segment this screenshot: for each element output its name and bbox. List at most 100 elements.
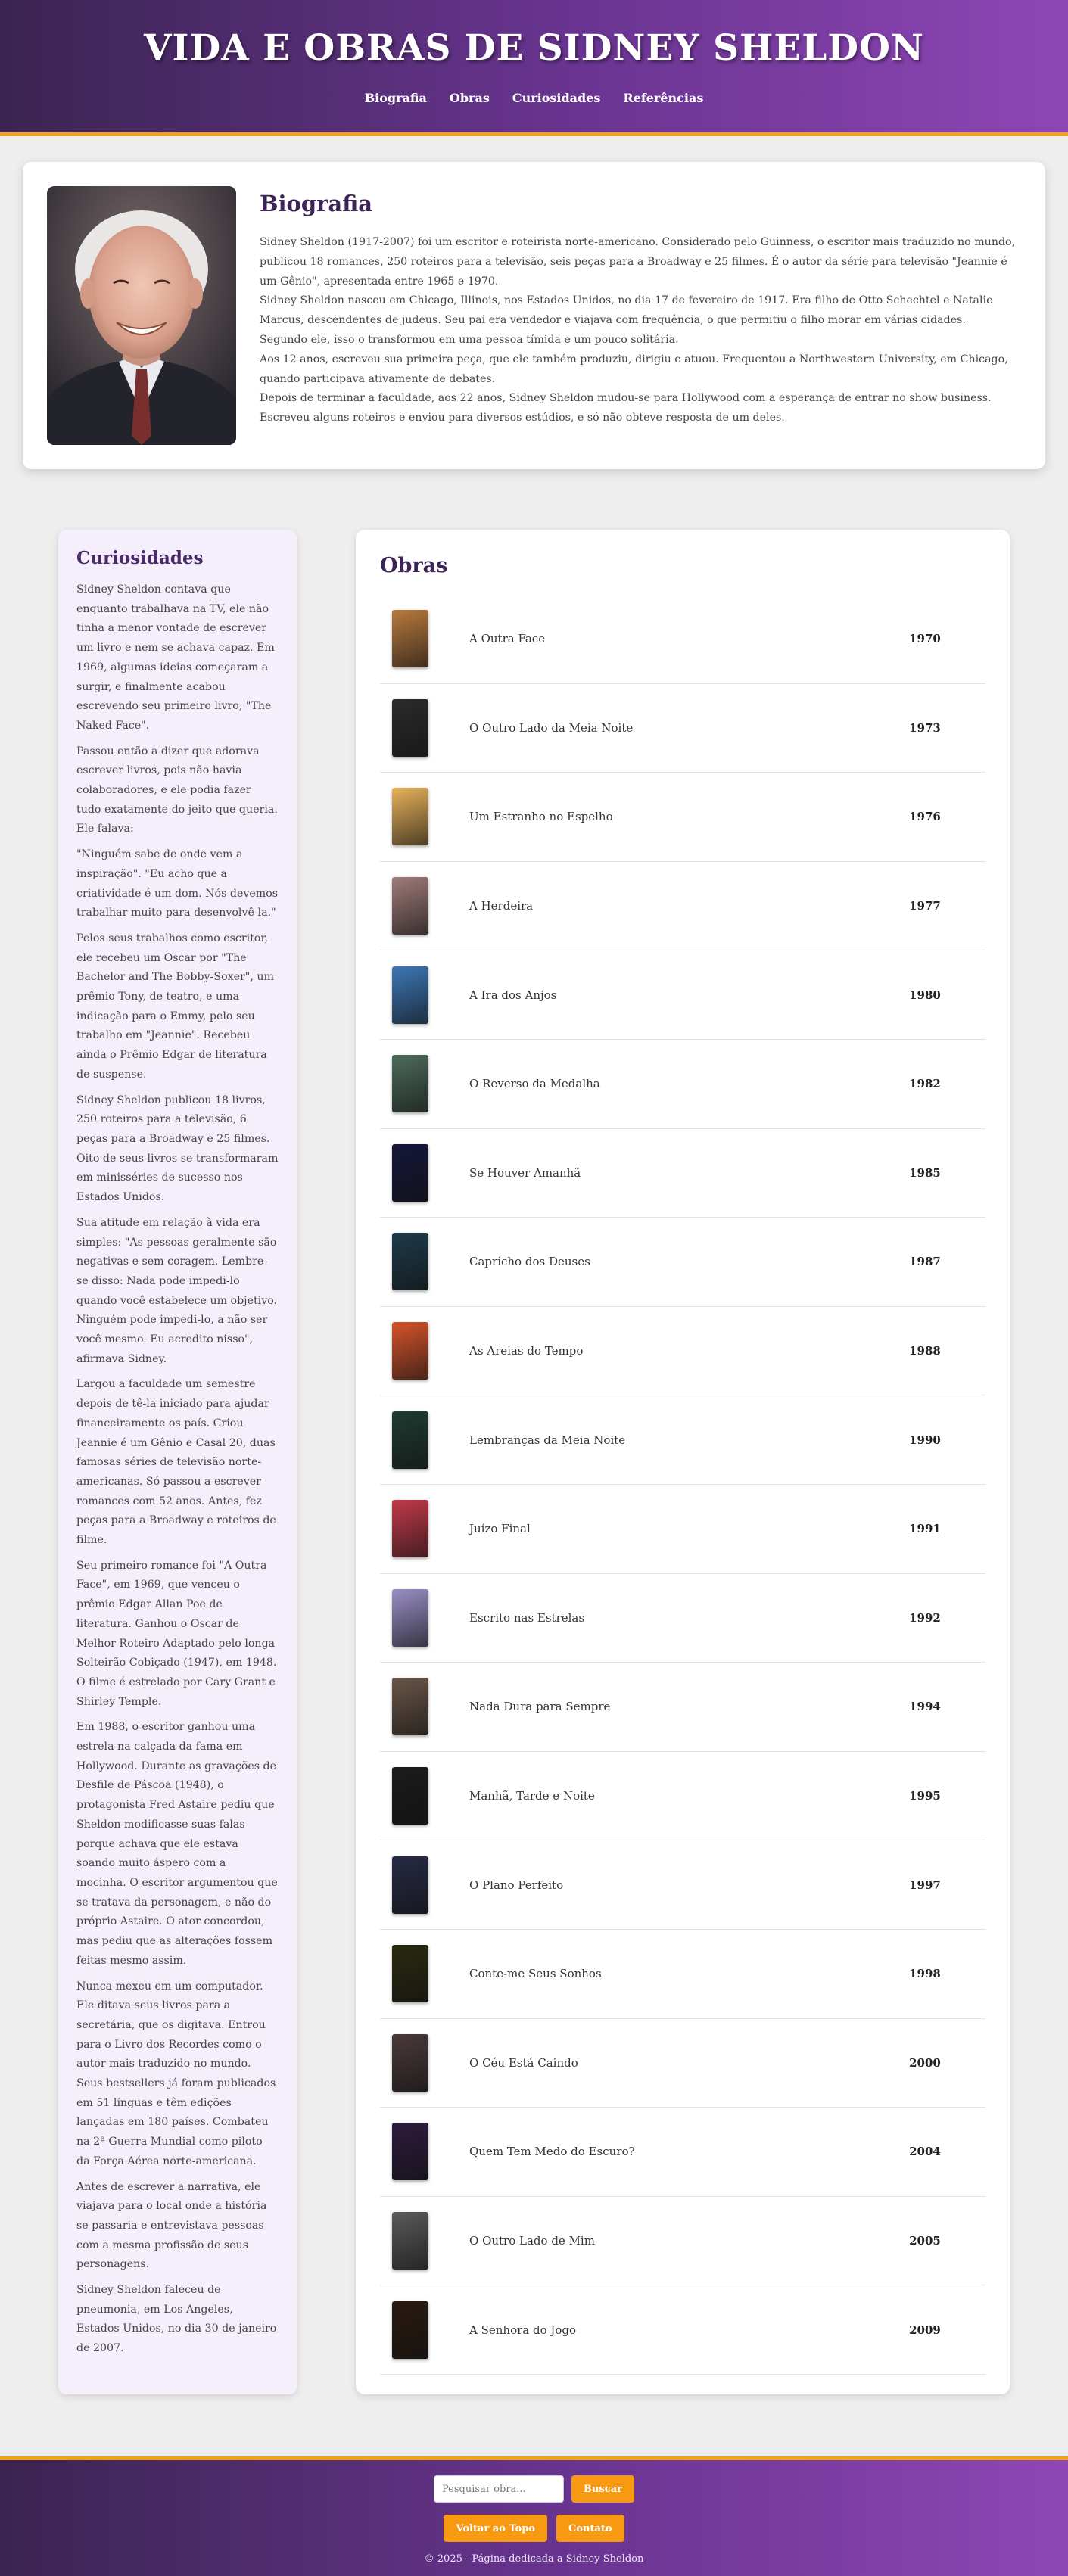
curiosity-paragraph: Antes de escrever a narrativa, ele viaja… bbox=[76, 2180, 267, 2271]
book-cover-image[interactable] bbox=[392, 2211, 428, 2270]
book-cover-image[interactable] bbox=[392, 2301, 428, 2359]
curiosity-paragraph: "Ninguém sabe de onde vem a inspiração".… bbox=[76, 848, 279, 919]
work-year: 1994 bbox=[909, 1700, 941, 1714]
curiosity-paragraph: Nunca mexeu em um computador. Ele ditava… bbox=[76, 1980, 276, 2167]
work-row[interactable]: O Plano Perfeito 1997 bbox=[380, 1840, 985, 1930]
book-cover-image[interactable] bbox=[392, 1678, 428, 1736]
work-year: 1991 bbox=[909, 1522, 941, 1536]
book-cover-image[interactable] bbox=[392, 698, 428, 757]
search-button[interactable]: Buscar bbox=[571, 2475, 634, 2503]
work-year: 2004 bbox=[909, 2145, 941, 2159]
work-row[interactable]: Escrito nas Estrelas 1992 bbox=[380, 1574, 985, 1663]
work-title: Se Houver Amanhã bbox=[469, 1165, 581, 1180]
book-cover-image[interactable] bbox=[392, 1322, 428, 1380]
curiosity-paragraph: Sua atitude em relação à vida era simple… bbox=[76, 1216, 278, 1365]
work-row[interactable]: A Ira dos Anjos 1980 bbox=[380, 950, 985, 1040]
work-row[interactable]: Capricho dos Deuses 1987 bbox=[380, 1218, 985, 1307]
nav-link-referencias[interactable]: Referências bbox=[623, 91, 703, 105]
book-cover-image[interactable] bbox=[392, 610, 428, 668]
curiosity-paragraph: Passou então a dizer que adorava escreve… bbox=[76, 745, 278, 835]
work-row[interactable]: Um Estranho no Espelho 1976 bbox=[380, 773, 985, 862]
work-title: Conte-me Seus Sonhos bbox=[469, 1967, 602, 1981]
book-cover-image[interactable] bbox=[392, 1856, 428, 1914]
work-row[interactable]: Juízo Final 1991 bbox=[380, 1485, 985, 1574]
work-row[interactable]: O Outro Lado de Mim 2005 bbox=[380, 2197, 985, 2286]
work-title: A Herdeira bbox=[469, 899, 534, 913]
work-row[interactable]: Lembranças da Meia Noite 1990 bbox=[380, 1395, 985, 1485]
work-row[interactable]: Nada Dura para Sempre 1994 bbox=[380, 1663, 985, 1752]
work-year: 1970 bbox=[909, 632, 941, 646]
curiosities-sidebar: Curiosidades Sidney Sheldon contava que … bbox=[58, 530, 297, 2394]
book-cover-image[interactable] bbox=[392, 877, 428, 935]
work-title: Manhã, Tarde e Noite bbox=[469, 1789, 595, 1803]
biography-paragraph: Sidney Sheldon (1917-2007) foi um escrit… bbox=[260, 236, 1016, 288]
work-row[interactable]: O Céu Está Caindo 2000 bbox=[380, 2019, 985, 2108]
book-cover-image[interactable] bbox=[392, 1411, 428, 1469]
curiosity-paragraph: Largou a faculdade um semestre depois de… bbox=[76, 1378, 276, 1547]
work-title: As Areias do Tempo bbox=[469, 1344, 584, 1358]
portrait-image bbox=[47, 186, 236, 445]
book-cover-image[interactable] bbox=[392, 1945, 428, 2003]
work-year: 1980 bbox=[909, 988, 941, 1002]
work-row[interactable]: Se Houver Amanhã 1985 bbox=[380, 1129, 985, 1218]
work-year: 2005 bbox=[909, 2233, 941, 2248]
work-title: A Senhora do Jogo bbox=[469, 2322, 577, 2337]
work-row[interactable]: Conte-me Seus Sonhos 1998 bbox=[380, 1930, 985, 2019]
book-cover-image[interactable] bbox=[392, 1055, 428, 1113]
portrait-illustration bbox=[47, 186, 236, 445]
work-title: A Outra Face bbox=[469, 632, 546, 646]
work-title: O Reverso da Medalha bbox=[469, 1077, 600, 1091]
work-title: O Outro Lado de Mim bbox=[469, 2233, 595, 2248]
nav-link-curiosidades[interactable]: Curiosidades bbox=[512, 91, 601, 105]
book-cover-image[interactable] bbox=[392, 1143, 428, 1202]
contact-button[interactable]: Contato bbox=[556, 2515, 624, 2542]
curiosity-paragraph: Sidney Sheldon faleceu de pneumonia, em … bbox=[76, 2284, 277, 2355]
site-header: VIDA E OBRAS DE SIDNEY SHELDON Biografia… bbox=[0, 0, 1068, 136]
work-title: Juízo Final bbox=[469, 1522, 531, 1536]
work-year: 1982 bbox=[909, 1077, 941, 1091]
work-row[interactable]: A Outra Face 1970 bbox=[380, 595, 985, 684]
curiosity-paragraph: Pelos seus trabalhos como escritor, ele … bbox=[76, 932, 274, 1081]
work-title: Lembranças da Meia Noite bbox=[469, 1433, 626, 1447]
nav-link-biografia[interactable]: Biografia bbox=[365, 91, 427, 105]
work-year: 1992 bbox=[909, 1610, 941, 1625]
work-year: 1977 bbox=[909, 899, 941, 913]
curiosities-title: Curiosidades bbox=[76, 548, 204, 568]
site-footer: Buscar Voltar ao Topo Contato © 2025 - P… bbox=[0, 2456, 1068, 2576]
work-title: Quem Tem Medo do Escuro? bbox=[469, 2145, 635, 2159]
curiosity-paragraph: Em 1988, o escritor ganhou uma estrela n… bbox=[76, 1721, 278, 1967]
biography-title: Biografia bbox=[260, 191, 373, 216]
main-nav: Biografia Obras Curiosidades Referências bbox=[0, 91, 1068, 105]
work-row[interactable]: Quem Tem Medo do Escuro? 2004 bbox=[380, 2108, 985, 2197]
back-to-top-button[interactable]: Voltar ao Topo bbox=[444, 2515, 547, 2542]
biography-paragraph: Depois de terminar a faculdade, aos 22 a… bbox=[260, 392, 992, 425]
book-cover-image[interactable] bbox=[392, 2033, 428, 2092]
book-cover-image[interactable] bbox=[392, 2123, 428, 2181]
book-cover-image[interactable] bbox=[392, 1500, 428, 1558]
book-cover-image[interactable] bbox=[392, 1767, 428, 1825]
work-row[interactable]: Manhã, Tarde e Noite 1995 bbox=[380, 1752, 985, 1841]
search-input[interactable] bbox=[434, 2475, 565, 2503]
work-row[interactable]: O Reverso da Medalha 1982 bbox=[380, 1040, 985, 1129]
book-cover-image[interactable] bbox=[392, 1588, 428, 1647]
work-row[interactable]: A Senhora do Jogo 2009 bbox=[380, 2285, 985, 2375]
work-title: Capricho dos Deuses bbox=[469, 1255, 590, 1269]
work-row[interactable]: A Herdeira 1977 bbox=[380, 862, 985, 951]
work-year: 1988 bbox=[909, 1344, 941, 1358]
work-year: 1987 bbox=[909, 1255, 941, 1269]
work-row[interactable]: As Areias do Tempo 1988 bbox=[380, 1307, 985, 1396]
biography-text: Sidney Sheldon (1917-2007) foi um escrit… bbox=[260, 233, 1017, 428]
work-title: O Outro Lado da Meia Noite bbox=[469, 720, 634, 735]
work-title: O Plano Perfeito bbox=[469, 1878, 564, 1892]
curiosity-paragraph: Sidney Sheldon publicou 18 livros, 250 r… bbox=[76, 1094, 279, 1204]
book-cover-image[interactable] bbox=[392, 966, 428, 1024]
book-cover-image[interactable] bbox=[392, 1233, 428, 1291]
nav-link-obras[interactable]: Obras bbox=[450, 91, 490, 105]
curiosity-paragraph: Seu primeiro romance foi "A Outra Face",… bbox=[76, 1559, 277, 1708]
biography-paragraph: Sidney Sheldon nasceu em Chicago, Illino… bbox=[260, 294, 993, 346]
work-year: 1990 bbox=[909, 1433, 941, 1447]
work-title: O Céu Está Caindo bbox=[469, 2055, 578, 2070]
book-cover-image[interactable] bbox=[392, 788, 428, 846]
work-row[interactable]: O Outro Lado da Meia Noite 1973 bbox=[380, 684, 985, 773]
biography-section: Biografia Sidney Sheldon (1917-2007) foi… bbox=[23, 162, 1045, 469]
